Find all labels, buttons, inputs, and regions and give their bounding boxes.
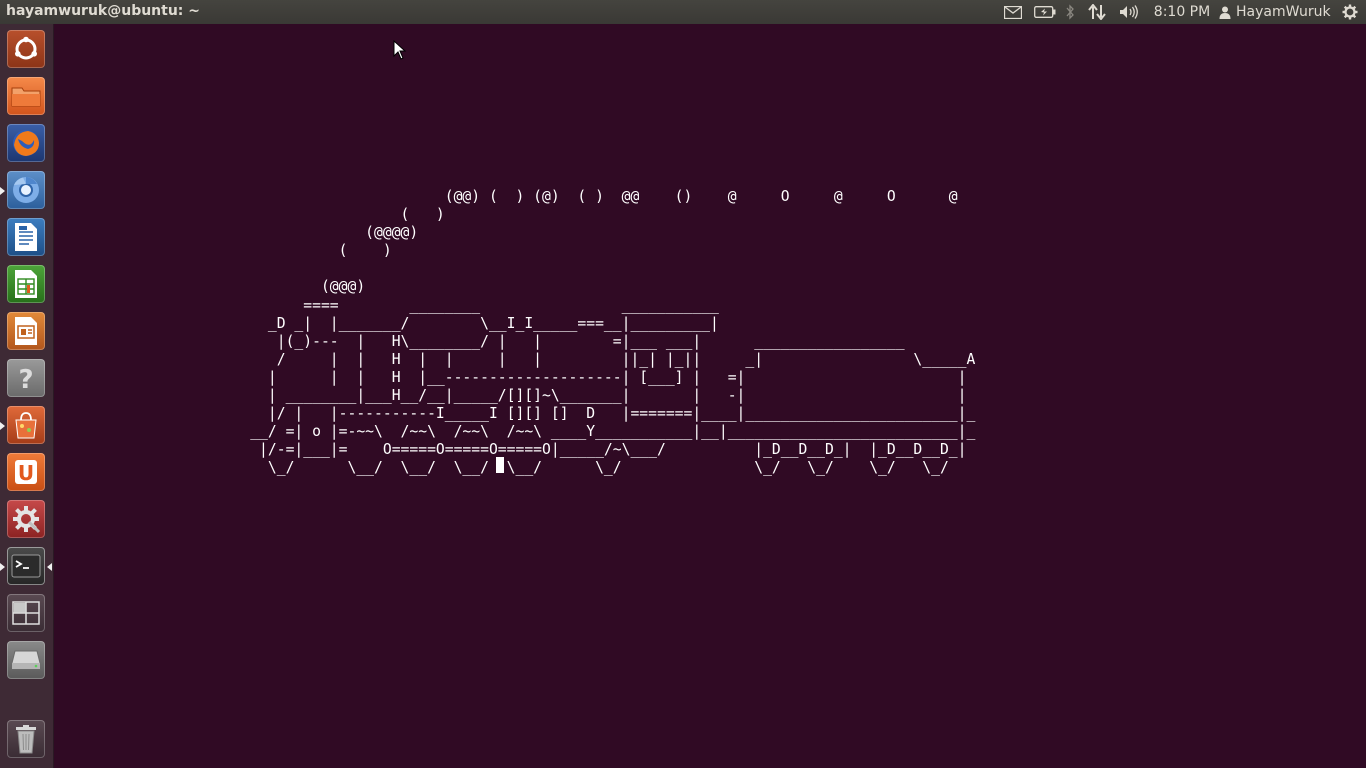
top-panel: hayamwuruk@ubuntu: ~ 8:10 PM HayamWuruk xyxy=(0,0,1366,24)
clock[interactable]: 8:10 PM xyxy=(1152,0,1212,24)
libreoffice-writer-icon[interactable] xyxy=(7,218,45,256)
network-icon[interactable] xyxy=(1086,0,1108,24)
workspace-switcher-icon[interactable] xyxy=(7,594,45,632)
terminal-line: / | | H | | | | ||_| |_|| _| \_____A xyxy=(276,350,976,368)
system-settings-icon[interactable] xyxy=(7,500,45,538)
user-name: HayamWuruk xyxy=(1236,4,1331,20)
terminal-output: (@@) ( ) (@) ( ) @@ () @ O @ O @ ( ) (@@… xyxy=(206,188,975,478)
trash-icon[interactable] xyxy=(7,720,45,758)
svg-text:U: U xyxy=(18,461,34,485)
launcher: ? U xyxy=(0,24,54,768)
bluetooth-icon[interactable] xyxy=(1062,0,1078,24)
libreoffice-calc-icon[interactable] xyxy=(7,265,45,303)
disk-drive-icon[interactable] xyxy=(7,641,45,679)
terminal-line: | ________|___H__/__|_____/[][]~\_______… xyxy=(267,387,967,405)
libreoffice-impress-icon[interactable] xyxy=(7,312,45,350)
ubuntu-one-icon[interactable]: U xyxy=(7,453,45,491)
window-title: hayamwuruk@ubuntu: ~ xyxy=(6,3,201,19)
volume-icon[interactable] xyxy=(1117,0,1141,24)
terminal-line: __/ =| o |=-~~\ /~~\ /~~\ /~~\ ____Y____… xyxy=(250,423,976,441)
terminal-line: \_/ \__/ \__/ \__/ \__/ \_/ \_/ \_/ \_/ … xyxy=(267,459,949,477)
terminal-line: (@@) ( ) (@) ( ) @@ () @ O @ O @ xyxy=(444,188,958,205)
terminal-cursor xyxy=(496,457,504,473)
chromium-icon[interactable] xyxy=(7,171,45,209)
terminal-line: |/ | |-----------I_____I [][] [] D |====… xyxy=(267,405,976,423)
running-indicator xyxy=(0,187,5,195)
terminal-line: ( ) xyxy=(400,206,445,224)
terminal-window[interactable]: (@@) ( ) (@) ( ) @@ () @ O @ O @ ( ) (@@… xyxy=(54,24,1366,768)
mail-icon[interactable] xyxy=(1002,0,1024,24)
terminal-line: (@@@) xyxy=(320,278,366,296)
session-gear-icon[interactable] xyxy=(1340,0,1360,24)
running-indicator xyxy=(0,563,5,571)
terminal-line: ( ) xyxy=(338,242,392,260)
terminal-line: |/-=|___|= O=====O=====O=====O|_____/~\_… xyxy=(259,441,967,459)
terminal-line: ==== ________ ___________ xyxy=(303,296,719,314)
terminal-line: |(_)--- | H\________/ | | =|___ ___| ___… xyxy=(276,332,905,350)
svg-text:?: ? xyxy=(18,365,33,392)
clock-text: 8:10 PM xyxy=(1153,4,1211,20)
home-folder-icon[interactable] xyxy=(7,77,45,115)
battery-icon[interactable] xyxy=(1033,0,1057,24)
firefox-icon[interactable] xyxy=(7,124,45,162)
running-indicator xyxy=(0,422,5,430)
focused-indicator xyxy=(47,563,52,571)
user-menu[interactable]: HayamWuruk xyxy=(1219,0,1331,24)
terminal-line: | | | H |__--------------------| [___] |… xyxy=(267,368,967,386)
dash-home-icon[interactable] xyxy=(7,30,45,68)
software-center-icon[interactable] xyxy=(7,406,45,444)
help-icon[interactable]: ? xyxy=(7,359,45,397)
mouse-pointer-icon xyxy=(393,40,407,60)
user-icon xyxy=(1219,6,1231,19)
terminal-line: _D _| |_______/ \__I_I_____===__|_______… xyxy=(267,314,719,332)
terminal-line: (@@@@) xyxy=(365,224,419,242)
terminal-icon[interactable] xyxy=(7,547,45,585)
